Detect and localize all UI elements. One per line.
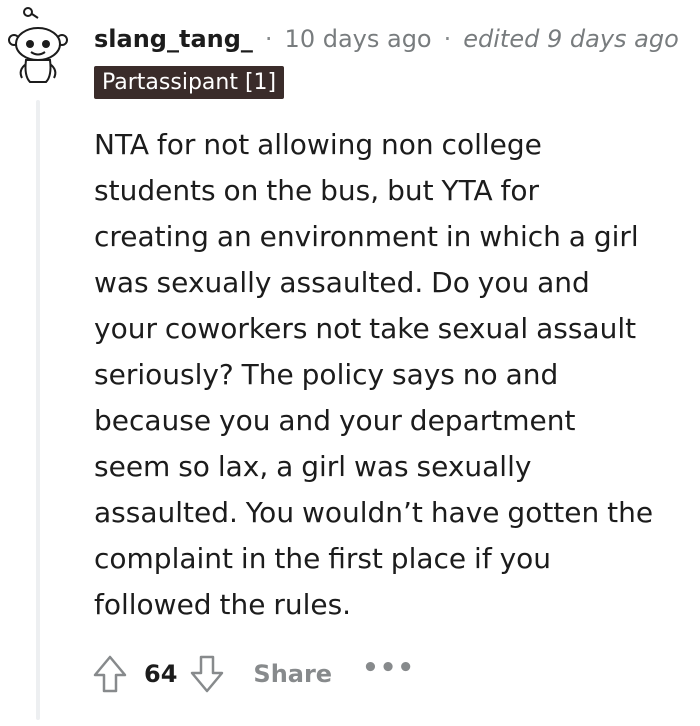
user-flair: Partassipant [1]: [94, 66, 285, 99]
snoo-avatar-icon: [8, 7, 68, 83]
meta-separator: ·: [264, 25, 273, 53]
downvote-arrow-icon: [191, 655, 224, 693]
share-button[interactable]: Share: [253, 660, 332, 688]
meta-separator: ·: [443, 25, 452, 53]
upvote-arrow-icon: [93, 655, 127, 693]
vote-score: 64: [144, 660, 178, 688]
comment-body: NTA for not allowing non college student…: [94, 122, 688, 628]
downvote-button[interactable]: [187, 652, 227, 696]
avatar[interactable]: [8, 6, 72, 86]
username-link[interactable]: slang_tang_: [94, 25, 253, 53]
comment-meta: slang_tang_ · 10 days ago · edited 9 day…: [94, 22, 679, 56]
timestamp[interactable]: 10 days ago: [285, 25, 432, 53]
thread-line[interactable]: [36, 100, 40, 720]
more-options-icon[interactable]: •••: [362, 655, 415, 681]
edited-label: edited 9 days ago: [463, 25, 679, 53]
comment-actions: 64 Share •••: [90, 652, 415, 696]
upvote-button[interactable]: [90, 652, 130, 696]
comment-text: NTA for not allowing non college student…: [94, 128, 654, 621]
